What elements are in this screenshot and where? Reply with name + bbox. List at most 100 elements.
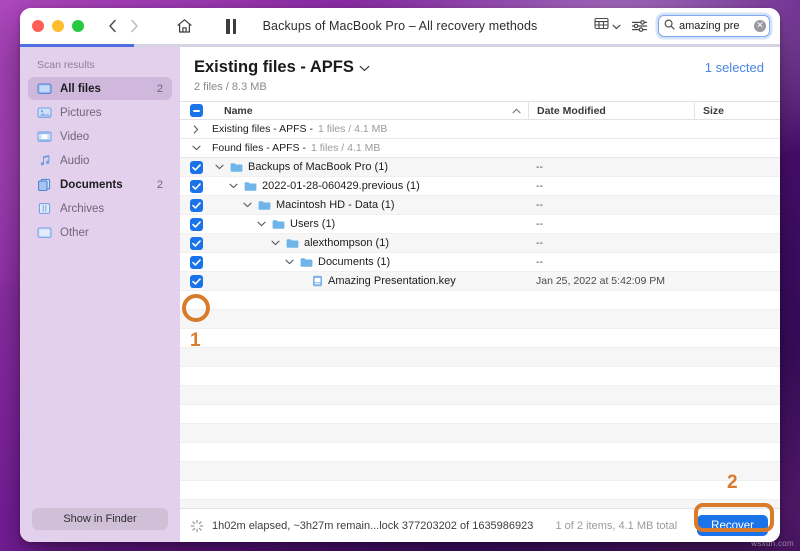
show-in-finder-button[interactable]: Show in Finder — [32, 508, 168, 530]
chevron-down-icon[interactable] — [256, 221, 267, 227]
chevron-down-icon[interactable] — [214, 164, 225, 170]
table-row[interactable]: Backups of MacBook Pro (1) -- — [180, 158, 780, 177]
column-header-name[interactable]: Name — [212, 105, 528, 117]
empty-row — [180, 462, 780, 481]
sidebar-item-other[interactable]: Other — [28, 221, 172, 244]
sidebar-item-audio[interactable]: Audio — [28, 149, 172, 172]
row-checkbox-cell[interactable] — [180, 179, 212, 193]
chevron-down-icon[interactable] — [359, 58, 370, 77]
forward-button[interactable] — [124, 15, 144, 37]
chevron-down-icon[interactable] — [191, 145, 202, 151]
annotation-number-2: 2 — [727, 472, 738, 493]
folder-icon — [258, 200, 271, 211]
row-checkbox[interactable] — [189, 179, 203, 193]
search-field[interactable]: amazing pre ✕ — [658, 15, 770, 37]
page-title-row[interactable]: Existing files - APFS — [194, 58, 766, 77]
row-date-cell: Jan 25, 2022 at 5:42:09 PM — [536, 275, 666, 287]
row-name-cell: Amazing Presentation.key — [212, 275, 528, 287]
video-icon — [37, 129, 52, 144]
sidebar-item-documents[interactable]: Documents 2 — [28, 173, 172, 196]
view-mode-button[interactable] — [594, 17, 621, 35]
audio-icon — [37, 153, 52, 168]
sidebar-item-video[interactable]: Video — [28, 125, 172, 148]
navigation-buttons — [102, 15, 144, 37]
folder-icon — [300, 257, 313, 268]
row-checkbox-cell[interactable] — [180, 236, 212, 250]
table-row-selected-file[interactable]: Amazing Presentation.key Jan 25, 2022 at… — [180, 272, 780, 291]
close-button[interactable] — [32, 20, 44, 32]
column-header-size[interactable]: Size — [694, 102, 780, 119]
status-progress-text: 1h02m elapsed, ~3h27m remain...lock 3772… — [212, 519, 534, 532]
window-body: Scan results All files 2 Pictures Video … — [20, 47, 780, 542]
sidebar-item-pictures[interactable]: Pictures — [28, 101, 172, 124]
search-input-value[interactable]: amazing pre — [679, 20, 750, 32]
row-label: Documents (1) — [318, 256, 391, 268]
empty-row — [180, 348, 780, 367]
sidebar-title: Scan results — [37, 59, 95, 71]
empty-row — [180, 291, 780, 310]
row-name-cell: Backups of MacBook Pro (1) — [212, 161, 528, 173]
empty-row — [180, 386, 780, 405]
row-checkbox[interactable] — [189, 236, 203, 250]
group-meta: 1 files / 4.1 MB — [317, 123, 388, 135]
filter-sliders-icon[interactable] — [631, 19, 648, 33]
back-button[interactable] — [102, 15, 122, 37]
zoom-button[interactable] — [72, 20, 84, 32]
chevron-down-icon[interactable] — [228, 183, 239, 189]
row-checkbox[interactable] — [189, 255, 203, 269]
row-checkbox-cell[interactable] — [180, 217, 212, 231]
empty-row — [180, 424, 780, 443]
row-date-cell: -- — [536, 199, 543, 211]
home-icon[interactable] — [172, 14, 196, 38]
row-label: 2022-01-28-060429.previous (1) — [262, 180, 420, 192]
row-checkbox-cell[interactable] — [180, 160, 212, 174]
sidebar-item-archives[interactable]: Archives — [28, 197, 172, 220]
minimize-button[interactable] — [52, 20, 64, 32]
traffic-lights — [32, 20, 84, 32]
pause-icon[interactable] — [226, 18, 236, 34]
table-row[interactable]: Found files - APFS - 1 files / 4.1 MB — [180, 139, 780, 158]
folder-icon — [272, 219, 285, 230]
sidebar-item-list: All files 2 Pictures Video Audio Documen… — [20, 77, 180, 245]
sidebar-item-label: Documents — [60, 178, 123, 191]
chevron-down-icon[interactable] — [270, 240, 281, 246]
row-checkbox[interactable] — [189, 160, 203, 174]
group-label: Existing files - APFS - — [212, 123, 313, 135]
chevron-down-icon[interactable] — [284, 259, 295, 265]
row-checkbox-cell[interactable] — [180, 274, 212, 288]
row-name-cell: Documents (1) — [212, 256, 528, 268]
table-row[interactable]: 2022-01-28-060429.previous (1) -- — [180, 177, 780, 196]
row-twisty-cell[interactable] — [180, 145, 212, 151]
sort-ascending-icon — [512, 106, 528, 116]
archives-icon — [37, 201, 52, 216]
row-twisty-cell[interactable] — [180, 124, 212, 134]
page-subtitle: 2 files / 8.3 MB — [194, 81, 267, 93]
chevron-right-icon[interactable] — [191, 124, 202, 134]
row-checkbox-cell[interactable] — [180, 198, 212, 212]
page-title: Existing files - APFS — [194, 58, 354, 76]
table-row[interactable]: Users (1) -- — [180, 215, 780, 234]
window-titlebar: Backups of MacBook Pro – All recovery me… — [20, 8, 780, 44]
recover-button[interactable]: Recover — [697, 515, 768, 536]
row-name-cell: 2022-01-28-060429.previous (1) — [212, 180, 528, 192]
empty-row — [180, 405, 780, 424]
search-clear-icon[interactable]: ✕ — [754, 20, 766, 32]
select-all-checkbox[interactable] — [189, 104, 203, 117]
row-checkbox[interactable] — [189, 217, 203, 231]
app-window: Backups of MacBook Pro – All recovery me… — [20, 8, 780, 542]
row-checkbox-cell[interactable] — [180, 255, 212, 269]
row-checkbox[interactable] — [189, 274, 203, 288]
chevron-down-icon[interactable] — [242, 202, 253, 208]
column-header-date-modified[interactable]: Date Modified — [528, 102, 694, 119]
table-row[interactable]: Macintosh HD - Data (1) -- — [180, 196, 780, 215]
row-name-cell: alexthompson (1) — [212, 237, 528, 249]
empty-row — [180, 310, 780, 329]
file-tree: Existing files - APFS - 1 files / 4.1 MB — [180, 120, 780, 508]
row-checkbox[interactable] — [189, 198, 203, 212]
sidebar-item-all-files[interactable]: All files 2 — [28, 77, 172, 100]
table-row[interactable]: Documents (1) -- — [180, 253, 780, 272]
list-view-icon — [594, 17, 609, 35]
table-row[interactable]: alexthompson (1) -- — [180, 234, 780, 253]
select-all-checkbox-cell[interactable] — [180, 104, 212, 117]
table-row[interactable]: Existing files - APFS - 1 files / 4.1 MB — [180, 120, 780, 139]
